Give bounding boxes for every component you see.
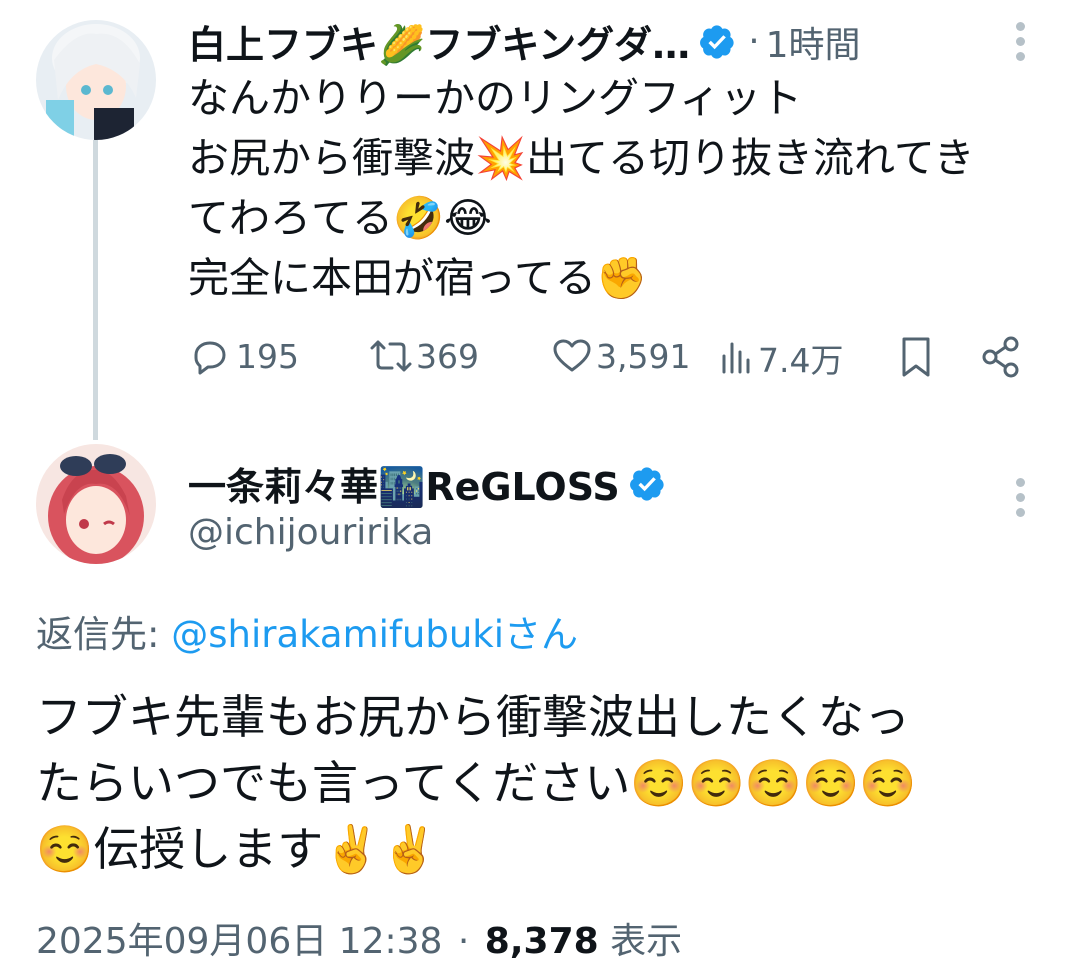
tweet2-footer: 2025年09月06日 12:38 · 8,378 表示: [36, 912, 682, 964]
tweet1-line: お尻から衝撃波💥出てる切り抜き流れてき: [188, 134, 975, 182]
like-count: 3,591: [596, 336, 691, 376]
avatar-fubuki[interactable]: [36, 20, 156, 140]
tweet2-views-count: 8,378: [484, 921, 599, 962]
tweet1-separator: ·: [748, 21, 760, 62]
tweet1-line: てわろてる🤣😂: [188, 194, 492, 242]
tweet2-date[interactable]: 2025年09月06日 12:38: [36, 921, 442, 962]
tweet2-line: ☺️伝授します✌️✌️: [36, 822, 438, 876]
tweet1-author-row: 白上フブキ🌽フブキングダ… · 1時間: [188, 14, 861, 69]
verified-badge-icon: [629, 466, 664, 501]
reply-to-mention[interactable]: @shirakamifubukiさん: [171, 613, 578, 656]
more-icon[interactable]: [1015, 22, 1025, 61]
share-icon: [982, 336, 1019, 378]
bookmark-icon: [902, 337, 930, 377]
tweet2-views-label: 表示: [610, 921, 683, 962]
share-button[interactable]: [978, 334, 1024, 380]
like-button[interactable]: 3,591: [550, 334, 690, 378]
views-icon: [722, 342, 750, 374]
avatar-ririka[interactable]: [36, 444, 156, 564]
tweet2-handle[interactable]: @ichijouririka: [188, 512, 433, 553]
reply-icon: [194, 341, 226, 375]
tweet2-author-name[interactable]: 一条莉々華🌃ReGLOSS: [188, 456, 620, 511]
views-count: 7.4万: [758, 341, 844, 380]
retweet-count: 369: [416, 336, 479, 376]
tweet2-text: フブキ先輩もお尻から衝撃波出したくなっ たらいつでも言ってください☺️☺️☺️☺…: [36, 684, 917, 882]
tweet1-time[interactable]: 1時間: [766, 16, 861, 68]
reply-to-label: 返信先:: [36, 613, 160, 656]
tweet2-author-row: 一条莉々華🌃ReGLOSS: [188, 456, 666, 511]
retweet-icon: [370, 340, 412, 372]
verified-badge-icon: [700, 24, 734, 59]
retweet-button[interactable]: 369: [366, 334, 479, 378]
tweet1-text: なんかりりーかのリングフィット お尻から衝撃波💥出てる切り抜き流れてき てわろて…: [188, 68, 975, 308]
tweet1-author-name[interactable]: 白上フブキ🌽フブキングダ…: [188, 14, 690, 69]
tweet2-line: たらいつでも言ってください☺️☺️☺️☺️☺️: [36, 756, 917, 810]
bookmark-button[interactable]: [896, 334, 936, 380]
views-button[interactable]: 7.4万: [718, 334, 843, 382]
tweet2-line: フブキ先輩もお尻から衝撃波出したくなっ: [36, 690, 910, 744]
tweet1-line: なんかりりーかのリングフィット: [188, 74, 803, 122]
reply-count: 195: [236, 336, 299, 376]
tweet2-separator: ·: [457, 921, 470, 962]
reply-to-line: 返信先: @shirakamifubukiさん: [36, 604, 578, 658]
more-icon[interactable]: [1015, 478, 1025, 517]
reply-button[interactable]: 195: [188, 334, 299, 378]
like-icon: [553, 339, 591, 372]
thread-line: [93, 140, 98, 440]
tweet1-line: 完全に本田が宿ってる✊: [188, 254, 647, 302]
